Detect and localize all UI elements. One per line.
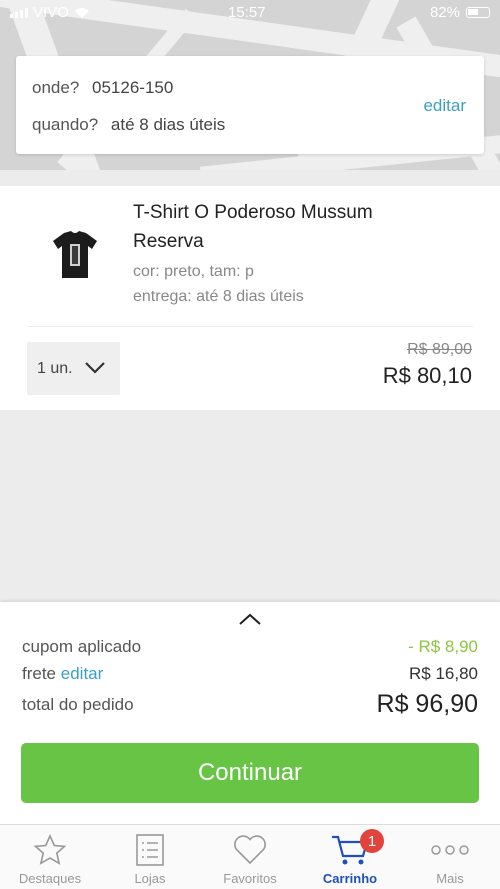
cart-badge: 1 bbox=[360, 829, 384, 853]
chevron-up-icon[interactable] bbox=[238, 612, 262, 626]
delivery-where-row: onde? 05126-150 bbox=[32, 78, 173, 98]
status-time: 15:57 bbox=[228, 4, 266, 21]
shipping-label: frete bbox=[22, 664, 57, 683]
order-summary: cupom aplicado - R$ 8,90 frete editar R$… bbox=[0, 602, 500, 824]
quantity-value: 1 un. bbox=[37, 359, 73, 377]
tab-label: Lojas bbox=[134, 871, 166, 886]
tab-carrinho[interactable]: 1 Carrinho bbox=[300, 825, 400, 889]
star-icon bbox=[33, 834, 67, 865]
tab-label: Carrinho bbox=[322, 871, 378, 886]
edit-delivery-link[interactable]: editar bbox=[423, 96, 466, 116]
where-label: onde? bbox=[32, 78, 80, 97]
when-value: até 8 dias úteis bbox=[110, 115, 226, 134]
current-price: R$ 80,10 bbox=[382, 363, 472, 388]
cart-item: T-Shirt O Poderoso Mussum Reserva cor: p… bbox=[0, 186, 500, 410]
delivery-card: onde? 05126-150 quando? até 8 dias úteis… bbox=[16, 56, 484, 154]
old-price: R$ 89,00 bbox=[407, 341, 472, 358]
product-title[interactable]: T-Shirt O Poderoso Mussum Reserva bbox=[133, 198, 433, 256]
chevron-down-icon bbox=[85, 362, 105, 374]
shipping-value: R$ 16,80 bbox=[409, 664, 478, 683]
coupon-value: - R$ 8,90 bbox=[408, 637, 478, 656]
product-thumbnail[interactable] bbox=[52, 230, 98, 280]
wifi-icon bbox=[74, 7, 89, 18]
status-bar: VIVO 15:57 82% bbox=[0, 0, 500, 28]
product-attributes: cor: preto, tam: p bbox=[133, 263, 254, 280]
signal-icon bbox=[10, 7, 28, 18]
where-value: 05126-150 bbox=[92, 78, 174, 97]
divider bbox=[27, 326, 473, 327]
tab-destaques[interactable]: Destaques bbox=[0, 825, 100, 889]
when-label: quando? bbox=[32, 115, 99, 134]
tab-label: Favoritos bbox=[223, 871, 277, 886]
tab-label: Mais bbox=[436, 871, 464, 886]
battery-percent: 82% bbox=[429, 4, 460, 21]
edit-shipping-link[interactable]: editar bbox=[61, 664, 104, 683]
total-row: total do pedido R$ 96,90 bbox=[22, 690, 478, 719]
tab-label: Destaques bbox=[18, 871, 82, 886]
map-background: VIVO 15:57 82% onde? 05126-150 quando? a… bbox=[0, 0, 500, 170]
tab-mais[interactable]: Mais bbox=[400, 825, 500, 889]
list-icon bbox=[136, 834, 164, 866]
tab-bar: Destaques Lojas Favoritos 1 Carrinho Mai… bbox=[0, 824, 500, 889]
more-icon bbox=[431, 845, 469, 855]
delivery-when-row: quando? até 8 dias úteis bbox=[32, 115, 225, 135]
heart-icon bbox=[234, 835, 266, 865]
battery-icon bbox=[466, 7, 490, 18]
shipping-row: frete editar R$ 16,80 bbox=[22, 664, 478, 684]
coupon-row: cupom aplicado - R$ 8,90 bbox=[22, 637, 478, 657]
product-delivery: entrega: até 8 dias úteis bbox=[133, 288, 304, 305]
total-label: total do pedido bbox=[22, 695, 134, 714]
carrier-name: VIVO bbox=[33, 4, 69, 21]
status-battery: 82% bbox=[430, 4, 490, 21]
tab-lojas[interactable]: Lojas bbox=[100, 825, 200, 889]
coupon-label: cupom aplicado bbox=[22, 637, 142, 656]
quantity-select[interactable]: 1 un. bbox=[27, 342, 120, 395]
status-carrier: VIVO bbox=[10, 4, 90, 21]
tab-favoritos[interactable]: Favoritos bbox=[200, 825, 300, 889]
total-value: R$ 96,90 bbox=[376, 690, 478, 718]
continue-button[interactable]: Continuar bbox=[21, 743, 479, 803]
